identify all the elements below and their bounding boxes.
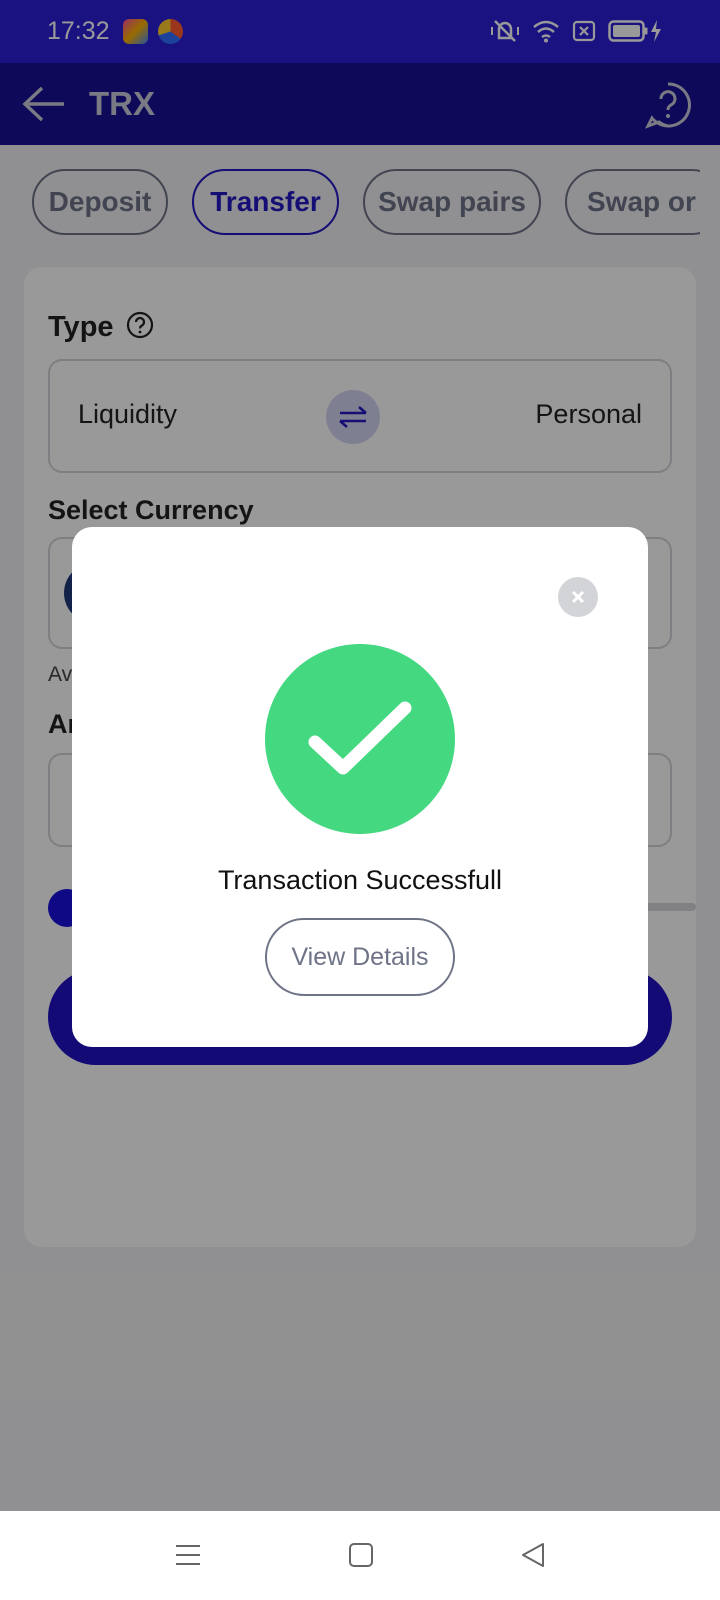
view-details-button[interactable]: View Details	[265, 918, 455, 996]
system-nav-bar	[0, 1511, 720, 1600]
success-badge	[265, 644, 455, 834]
home-icon[interactable]	[347, 1541, 375, 1569]
success-dialog: Transaction Successfull View Details	[72, 527, 648, 1047]
view-details-label: View Details	[291, 942, 429, 971]
close-button[interactable]	[558, 577, 598, 617]
success-message: Transaction Successfull	[217, 865, 503, 895]
close-icon	[571, 590, 585, 604]
menu-icon[interactable]	[174, 1541, 202, 1569]
back-icon[interactable]	[519, 1541, 547, 1569]
checkmark-icon	[308, 701, 412, 775]
